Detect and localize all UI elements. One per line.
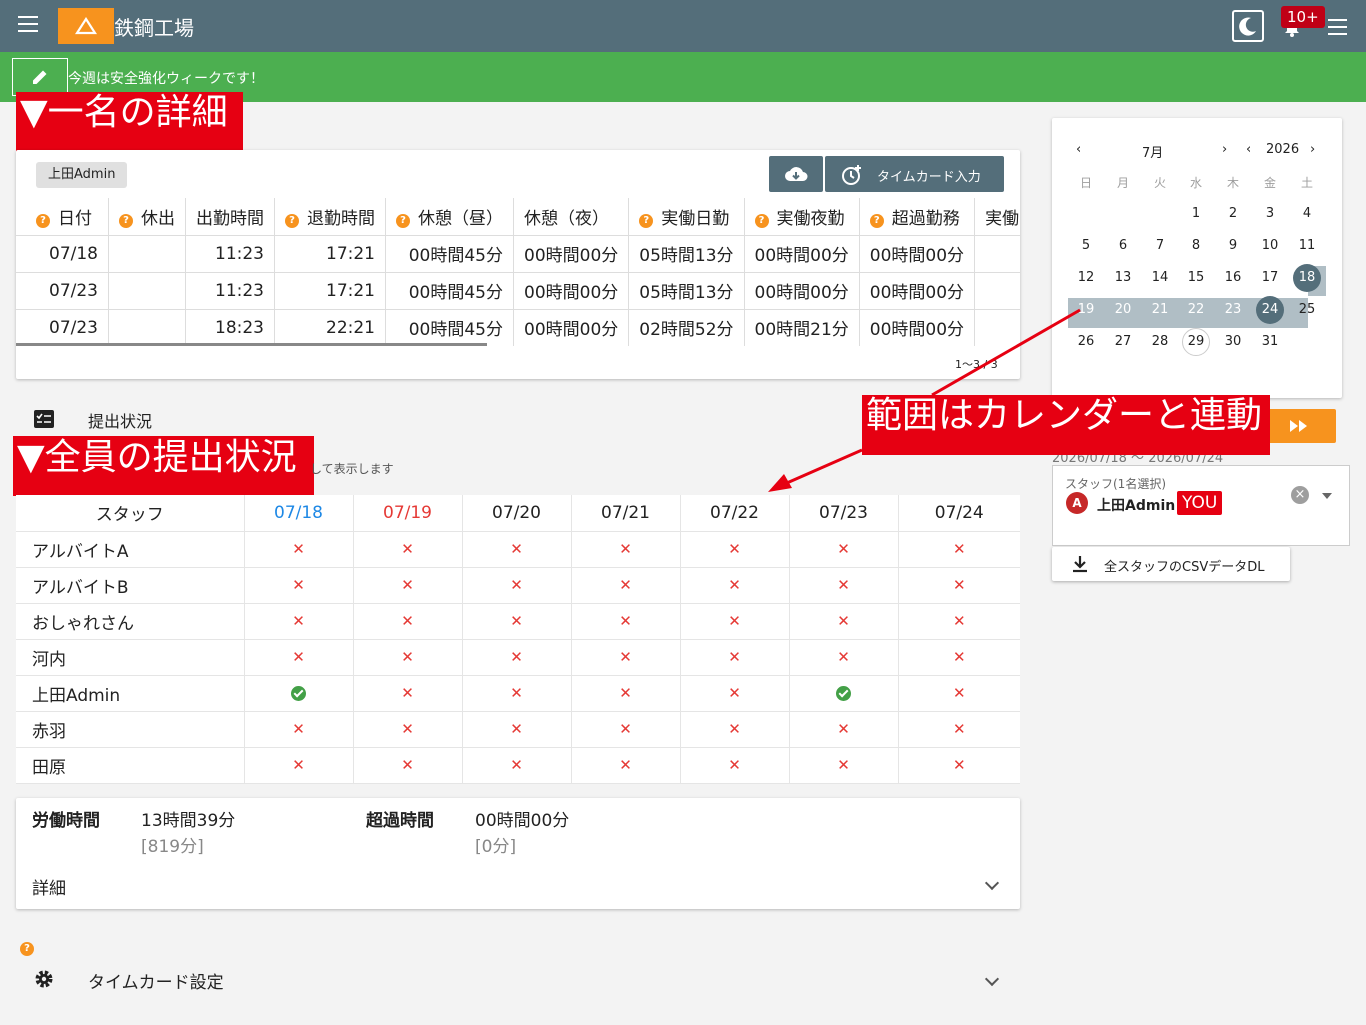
annotation-arrow: [768, 308, 1081, 492]
